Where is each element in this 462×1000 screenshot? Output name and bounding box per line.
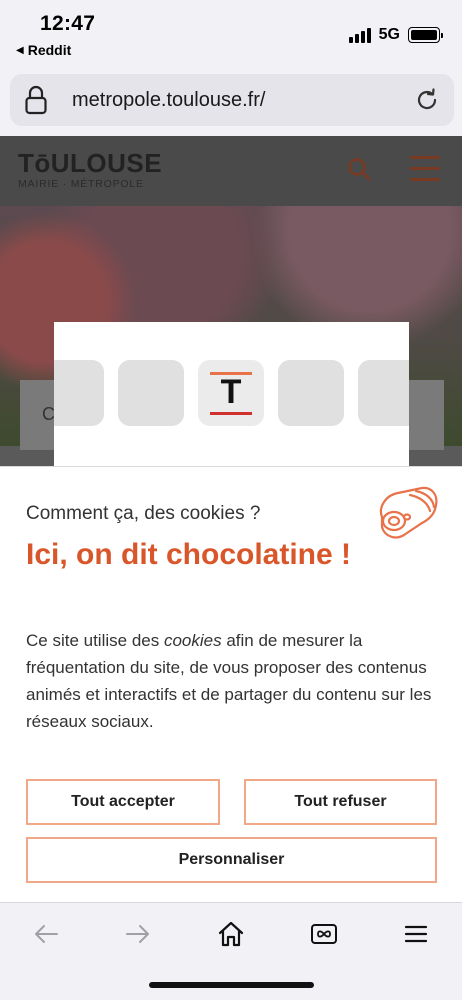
site-search-icon[interactable]: [346, 156, 374, 184]
home-icon: [218, 921, 244, 947]
home-indicator[interactable]: [149, 982, 314, 988]
app-tile[interactable]: [118, 360, 184, 426]
accept-all-button[interactable]: Tout accepter: [26, 779, 220, 825]
forward-arrow-icon: [126, 925, 149, 943]
app-switcher-panel: T: [54, 322, 409, 466]
logo-bottom-bar: [210, 412, 252, 415]
app-tile-letter: T: [220, 373, 242, 411]
logo-sub-text: MAIRIE · MÉTROPOLE: [18, 178, 144, 190]
back-triangle-icon: ◀: [16, 44, 24, 56]
cookie-text-emphasis: cookies: [163, 631, 222, 650]
menu-icon: [404, 925, 428, 943]
app-tile[interactable]: [278, 360, 344, 426]
status-bar: 12:47 ◀ Reddit 5G: [0, 0, 462, 68]
signal-icon: [348, 27, 371, 43]
lock-icon: [25, 85, 47, 115]
back-button[interactable]: [26, 917, 66, 951]
tabs-button[interactable]: [304, 917, 344, 951]
app-tile-toulouse[interactable]: T: [198, 360, 264, 426]
toulouse-logo[interactable]: TōULOUSE MAIRIE · MÉTROPOLE: [18, 150, 162, 190]
menu-button[interactable]: [396, 917, 436, 951]
network-type: 5G: [378, 26, 400, 43]
battery-icon: [408, 27, 443, 43]
home-button[interactable]: [211, 917, 251, 951]
back-to-app-link[interactable]: ◀ Reddit: [16, 42, 71, 58]
refuse-all-button[interactable]: Tout refuser: [244, 779, 437, 825]
status-indicators: 5G: [348, 26, 443, 44]
site-header: TōULOUSE MAIRIE · MÉTROPOLE: [0, 136, 462, 206]
cookie-banner: Comment ça, des cookies ? Ici, on dit ch…: [0, 466, 462, 902]
chocolatine-icon: [379, 486, 438, 539]
cookie-title: Ici, on dit chocolatine !: [26, 538, 352, 571]
status-time: 12:47: [40, 12, 96, 35]
back-app-label: Reddit: [27, 42, 72, 58]
reload-icon[interactable]: [414, 87, 440, 113]
back-arrow-icon: [35, 925, 58, 943]
private-tabs-icon: [311, 924, 337, 944]
address-bar[interactable]: metropole.toulouse.fr/: [10, 74, 454, 126]
cookie-text-part: Ce site utilise des: [26, 631, 164, 650]
cookie-question: Comment ça, des cookies ?: [26, 503, 261, 524]
cookie-description: Ce site utilise des cookies afin de mesu…: [26, 627, 436, 735]
app-tile[interactable]: [358, 360, 409, 426]
url-text[interactable]: metropole.toulouse.fr/: [72, 89, 414, 112]
app-tile[interactable]: [54, 360, 104, 426]
forward-button[interactable]: [118, 917, 158, 951]
customize-button[interactable]: Personnaliser: [26, 837, 437, 883]
logo-main-text: TōULOUSE: [18, 148, 163, 178]
site-menu-icon[interactable]: [410, 156, 440, 184]
